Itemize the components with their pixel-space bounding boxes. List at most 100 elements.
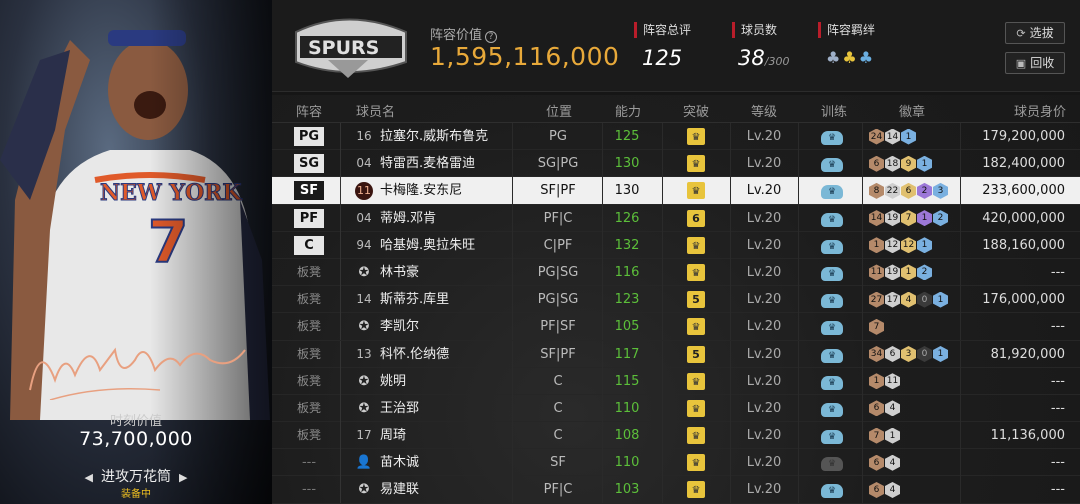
training-icon[interactable]: ♛: [821, 239, 843, 254]
player-position: SF|PF: [540, 346, 576, 362]
table-row[interactable]: 板凳 ✪ 姚明 C 115 Lv.20 ♛ 111 ---: [272, 367, 1080, 395]
table-row[interactable]: 板凳 17 周琦 C 108 Lv.20 ♛ 71 11,136,000: [272, 422, 1080, 450]
training-cell[interactable]: ♛: [817, 368, 847, 395]
badges-cell[interactable]: 64: [869, 449, 969, 476]
training-icon[interactable]: ♛: [821, 158, 843, 173]
training-cell[interactable]: ♛: [817, 205, 847, 232]
bond-icons[interactable]: ♣♣♣: [826, 48, 875, 67]
table-row[interactable]: 板凳 14 斯蒂芬.库里 PG|SG 123 5 Lv.20 ♛ 27 17 4 0 1…: [272, 286, 1080, 314]
badge-hex: 4: [885, 400, 900, 417]
number-cell: 14: [352, 286, 376, 313]
badges-cell[interactable]: 1 11: [869, 368, 969, 395]
breakthrough-cell[interactable]: [682, 150, 710, 177]
breakthrough-cell[interactable]: [682, 123, 710, 150]
training-cell[interactable]: ♛: [817, 286, 847, 313]
badges-cell[interactable]: 64: [869, 476, 969, 503]
breakthrough-cell[interactable]: [682, 422, 710, 449]
table-row[interactable]: SG 04 特雷西.麦格雷迪 SG|PG 130 Lv.20 ♛ 61891 1…: [272, 150, 1080, 178]
badges-cell[interactable]: 71: [869, 422, 969, 449]
number-cell: 16: [352, 123, 376, 150]
badges-cell[interactable]: 24 14 1: [869, 123, 969, 150]
training-icon[interactable]: ♛: [821, 131, 843, 145]
breakthrough-cell[interactable]: [682, 177, 710, 204]
table-row[interactable]: C 94 哈基姆.奥拉朱旺 C|PF 132 Lv.20 ♛ 112121 18…: [272, 231, 1080, 259]
badges-cell[interactable]: 7: [869, 313, 969, 340]
card-selector: ◀ 进攻万花筒 ▶: [0, 466, 272, 486]
player-worth: ---: [1050, 319, 1065, 335]
badge-hex: 1: [869, 373, 884, 390]
training-icon[interactable]: ♛: [821, 185, 843, 200]
training-icon[interactable]: ♛: [821, 348, 843, 363]
breakthrough-cell[interactable]: [682, 449, 710, 476]
table-row[interactable]: 板凳 13 科怀.伦纳德 SF|PF 117 5 Lv.20 ♛ 34 6 3 0 1 …: [272, 340, 1080, 368]
training-cell[interactable]: ♛: [817, 449, 847, 476]
badge-hex: 6: [869, 400, 884, 417]
training-cell[interactable]: ♛: [817, 476, 847, 503]
training-cell[interactable]: ♛: [817, 313, 847, 340]
next-card-arrow-icon[interactable]: ▶: [179, 471, 187, 484]
bond-icon: ♣: [858, 48, 876, 67]
training-cell[interactable]: ♛: [817, 232, 847, 259]
badges-cell[interactable]: 6 18 9 1: [869, 150, 969, 177]
training-cell[interactable]: ♛: [817, 150, 847, 177]
prev-card-arrow-icon[interactable]: ◀: [85, 471, 93, 484]
badge-hex: 1: [869, 237, 884, 254]
training-icon[interactable]: ♛: [821, 430, 843, 445]
table-row[interactable]: SF 11 卡梅隆.安东尼 SF|PF 130 Lv.20 ♛ 822623 2…: [272, 177, 1080, 205]
table-row[interactable]: 板凳 ✪ 王治郅 C 110 Lv.20 ♛ 64 ---: [272, 394, 1080, 423]
col-position: 位置: [546, 105, 573, 120]
player-position: SF|PF: [540, 183, 576, 199]
table-row[interactable]: --- ✪ 易建联 PF|C 103 Lv.20 ♛ 64 ---: [272, 476, 1080, 504]
badge-hex: 1: [901, 128, 916, 145]
spurs-logo: SPURS: [295, 18, 407, 78]
training-cell[interactable]: ♛: [817, 259, 847, 286]
table-row[interactable]: PF 04 蒂姆.邓肯 PF|C 126 6 Lv.20 ♛ 14 19 7 1 2 4…: [272, 204, 1080, 232]
training-cell[interactable]: ♛: [817, 123, 847, 150]
training-icon[interactable]: ♛: [821, 212, 843, 227]
badges-cell[interactable]: 27 17 4 0 1: [869, 286, 969, 313]
slot-empty: ---: [301, 482, 317, 498]
training-cell[interactable]: ♛: [817, 395, 847, 422]
breakthrough-cell[interactable]: 6: [682, 205, 710, 232]
table-row[interactable]: PG 16 拉塞尔.威斯布鲁克 PG 125 Lv.20 ♛ 24141 179…: [272, 123, 1080, 151]
training-icon[interactable]: ♛: [821, 266, 843, 281]
badges-cell[interactable]: 8 22 6 2 3: [869, 177, 969, 204]
training-cell[interactable]: ♛: [817, 422, 847, 449]
breakthrough-badge: 5: [687, 345, 705, 363]
breakthrough-cell[interactable]: 5: [682, 286, 710, 313]
badge-hex: 7: [901, 210, 916, 227]
table-row[interactable]: 板凳 ✪ 李凯尔 PF|SF 105 Lv.20 ♛ 7 ---: [272, 313, 1080, 341]
bond-icon: ♣: [842, 48, 859, 67]
player-position: SG|PG: [537, 156, 579, 172]
breakthrough-cell[interactable]: [682, 259, 710, 286]
badges-cell[interactable]: 11 19 1 2: [869, 259, 969, 286]
badges-cell[interactable]: 14 19 7 1 2: [869, 205, 969, 232]
player-level: Lv.20: [746, 156, 782, 172]
training-icon[interactable]: ♛: [821, 375, 843, 390]
badges-cell[interactable]: 64: [869, 395, 969, 422]
slot-cell: PF: [294, 205, 324, 232]
recycle-button[interactable]: ▣ 回收: [1005, 52, 1065, 74]
training-icon[interactable]: ♛: [821, 321, 843, 336]
table-row[interactable]: --- 👤 苗木诚 SF 110 Lv.20 ♛ 64 ---: [272, 449, 1080, 477]
breakthrough-cell[interactable]: [682, 476, 710, 503]
training-cell[interactable]: ♛: [817, 341, 847, 368]
equipped-status: 装备中: [121, 489, 151, 500]
training-icon[interactable]: ♛: [821, 294, 843, 309]
training-icon[interactable]: ♛: [821, 402, 843, 417]
training-icon[interactable]: ♛: [821, 457, 843, 472]
training-cell[interactable]: ♛: [817, 177, 847, 204]
breakthrough-cell[interactable]: [682, 232, 710, 259]
breakthrough-cell[interactable]: [682, 395, 710, 422]
breakthrough-cell[interactable]: [682, 368, 710, 395]
jersey-number: 13: [356, 346, 372, 361]
badges-cell[interactable]: 1 12 12 1: [869, 232, 969, 259]
breakthrough-cell[interactable]: [682, 313, 710, 340]
jersey-number: 16: [356, 129, 372, 143]
slot-cell: 板凳: [294, 313, 324, 340]
select-button[interactable]: ⟳ 选拔: [1005, 22, 1065, 44]
table-row[interactable]: 板凳 ✪ 林书豪 PG|SG 116 Lv.20 ♛ 111912 ---: [272, 258, 1080, 287]
training-icon[interactable]: ♛: [821, 484, 843, 499]
breakthrough-cell[interactable]: 5: [682, 341, 710, 368]
badges-cell[interactable]: 34 6 3 0 1: [869, 341, 969, 368]
